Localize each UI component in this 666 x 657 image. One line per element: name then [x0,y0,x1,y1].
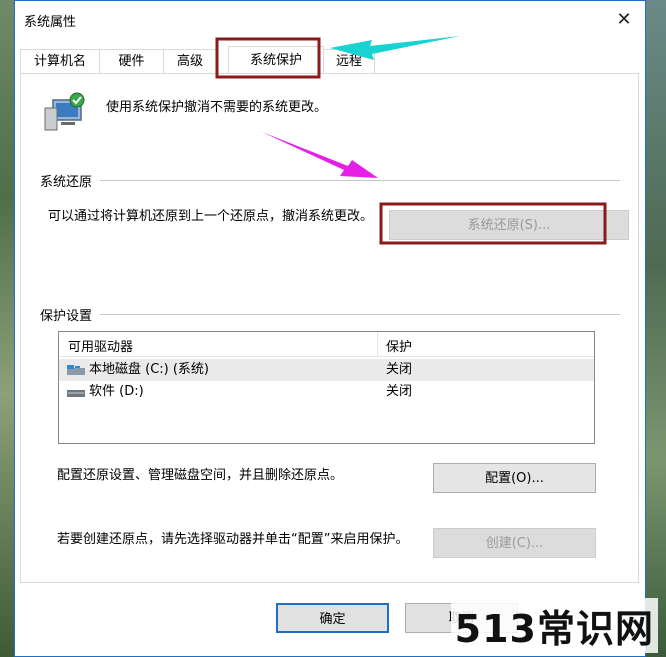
tab-computer-name[interactable]: 计算机名 [20,49,100,74]
list-item[interactable]: 软件 (D:) 关闭 [59,381,594,403]
list-item[interactable]: 本地磁盘 (C:) (系统) 关闭 [59,359,594,381]
system-properties-dialog: 系统属性 ✕ 计算机名 硬件 高级 系统保护 远程 使用系统保护撤消不需要的系统… [14,0,646,657]
drive-name: 本地磁盘 (C:) (系统) [89,362,210,377]
panel-description: 使用系统保护撤消不需要的系统更改。 [106,100,328,115]
drive-icon [67,390,85,397]
configure-button[interactable]: 配置(O)... [433,463,596,493]
ok-button[interactable]: 确定 [276,603,389,633]
system-protection-icon [44,92,85,131]
create-description: 若要创建还原点，请先选择驱动器并单击“配置”来启用保护。 [57,532,409,547]
close-icon[interactable]: ✕ [611,7,637,33]
restore-section-divider [40,180,620,181]
drive-list[interactable]: 可用驱动器 保护 本地磁盘 (C:) (系统) 关闭 软件 (D:) 关闭 [58,331,595,444]
column-separator [377,332,378,356]
restore-section-title: 系统还原 [40,171,101,190]
system-drive-icon [67,365,85,375]
drive-name: 软件 (D:) [89,384,144,399]
title-bar: 系统属性 ✕ [15,1,645,41]
protection-section-title: 保护设置 [40,305,101,324]
create-button[interactable]: 创建(C)... [433,528,596,558]
desktop-background-left [0,0,14,657]
restore-description: 可以通过将计算机还原到上一个还原点，撤消系统更改。 [48,209,374,224]
drive-protection-status: 关闭 [386,384,413,399]
system-protection-panel: 使用系统保护撤消不需要的系统更改。 系统还原 可以通过将计算机还原到上一个还原点… [20,73,639,583]
desktop-background-right [646,0,666,657]
window-title: 系统属性 [24,15,77,30]
protection-section-divider [40,314,620,315]
tab-hardware[interactable]: 硬件 [99,49,164,74]
column-header-drives[interactable]: 可用驱动器 [68,336,133,355]
tab-advanced[interactable]: 高级 [163,49,217,74]
drive-protection-status: 关闭 [386,362,413,377]
watermark-logo: 513常识网 [450,598,658,653]
column-header-protection[interactable]: 保护 [386,336,412,355]
tab-system-protection[interactable]: 系统保护 [228,46,324,75]
system-restore-button[interactable]: 系统还原(S)... [389,210,629,240]
tab-remote[interactable]: 远程 [323,49,375,74]
drive-list-header: 可用驱动器 保护 [59,332,594,357]
configure-description: 配置还原设置、管理磁盘空间，并且删除还原点。 [57,468,344,483]
